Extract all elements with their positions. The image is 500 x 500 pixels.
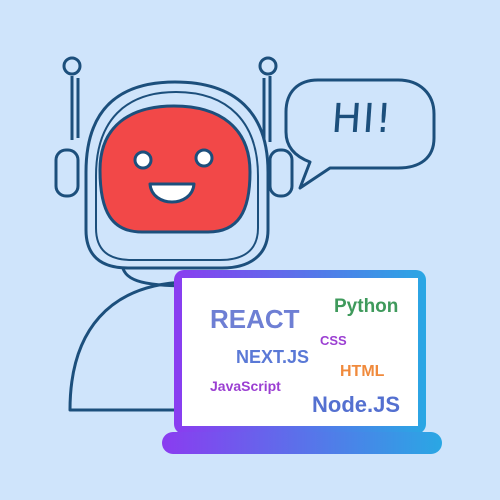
tech-word-react: REACT xyxy=(210,304,300,334)
tech-word-javascript: JavaScript xyxy=(210,378,281,394)
laptop-screen: REACT Python CSS NEXT.JS HTML JavaScript… xyxy=(182,278,418,426)
tech-word-html: HTML xyxy=(340,363,385,380)
left-eye xyxy=(133,150,153,170)
tech-word-nextjs: NEXT.JS xyxy=(236,347,310,367)
robot-illustration: HI! REACT Python CSS NEXT.JS HTML JavaSc… xyxy=(0,0,500,500)
laptop-base xyxy=(162,432,442,454)
right-ear xyxy=(268,148,294,198)
speech-bubble-text: HI! xyxy=(329,96,395,142)
tech-word-python: Python xyxy=(334,296,399,317)
robot-face xyxy=(98,104,252,234)
robot-body xyxy=(68,280,187,412)
right-antenna xyxy=(258,56,278,142)
left-ear xyxy=(54,148,80,198)
left-antenna xyxy=(62,56,82,140)
right-eye xyxy=(194,148,214,168)
tech-word-nodejs: Node.JS xyxy=(312,392,401,417)
tech-word-css: CSS xyxy=(320,333,347,348)
